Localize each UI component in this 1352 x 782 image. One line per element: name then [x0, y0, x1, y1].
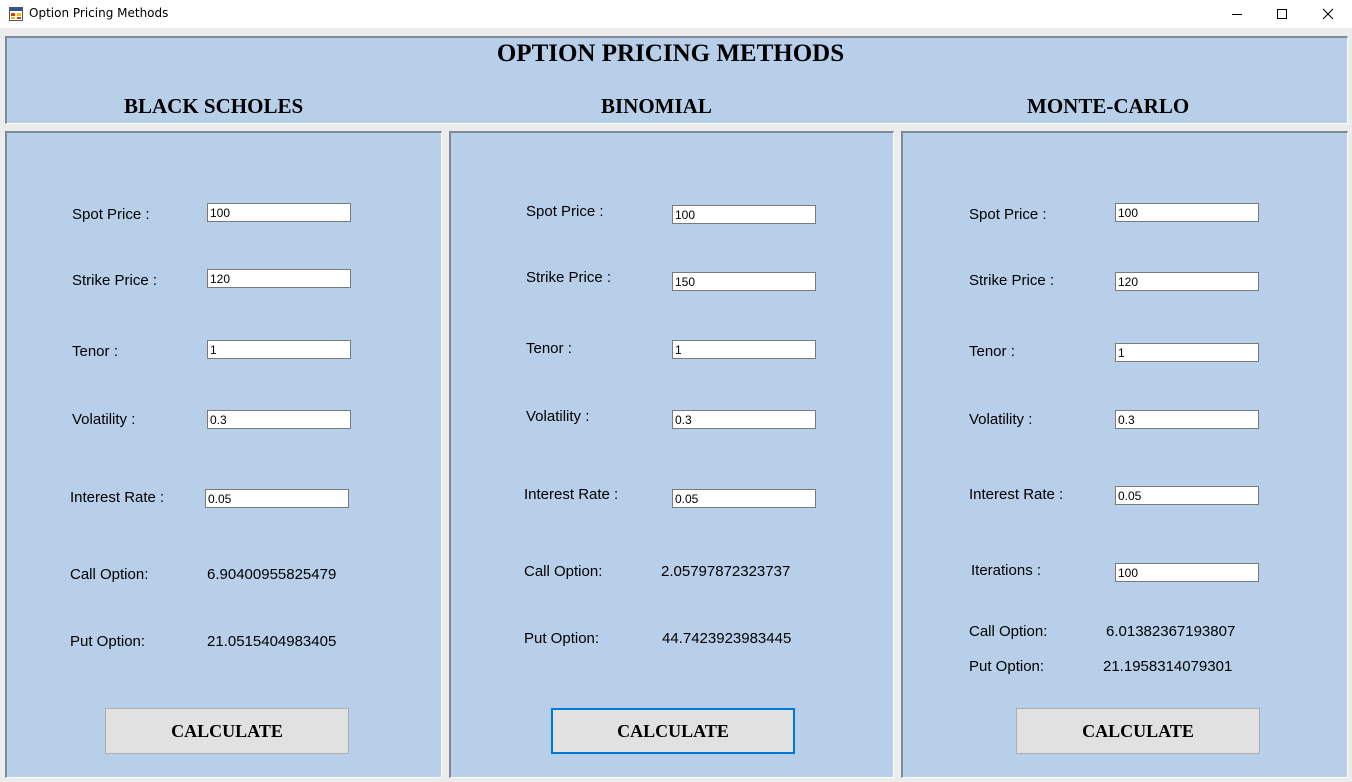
maximize-button[interactable] [1259, 0, 1305, 28]
window-title: Option Pricing Methods [29, 6, 169, 20]
binomial-title: BINOMIAL [601, 94, 712, 118]
bs-put-value: 21.0515404983405 [207, 633, 337, 650]
mc-iterations-input[interactable] [1115, 563, 1259, 582]
mc-put-label: Put Option: [969, 658, 1045, 675]
mc-tenor-input[interactable] [1115, 343, 1259, 362]
bs-volatility-input[interactable] [207, 410, 351, 429]
monte-carlo-title: MONTE-CARLO [1027, 94, 1190, 118]
mc-rate-input[interactable] [1115, 486, 1259, 505]
maximize-icon [1277, 9, 1287, 19]
app-form-icon [9, 7, 23, 21]
bin-put-label: Put Option: [524, 630, 600, 647]
mc-call-label: Call Option: [969, 623, 1048, 640]
mc-strike-input[interactable] [1115, 272, 1259, 291]
bs-volatility-label: Volatility : [72, 411, 136, 428]
minimize-button[interactable] [1214, 0, 1260, 28]
mc-rate-label: Interest Rate : [969, 486, 1064, 503]
page-title: OPTION PRICING METHODS [496, 40, 845, 67]
mc-volatility-label: Volatility : [969, 411, 1033, 428]
bin-volatility-label: Volatility : [526, 408, 590, 425]
bs-put-label: Put Option: [70, 633, 146, 650]
bs-spot-input[interactable] [207, 203, 351, 222]
bs-strike-input[interactable] [207, 269, 351, 288]
close-icon [1322, 8, 1334, 20]
bin-strike-label: Strike Price : [526, 269, 612, 286]
bin-spot-label: Spot Price : [526, 203, 604, 220]
mc-tenor-label: Tenor : [969, 343, 1015, 360]
bin-volatility-input[interactable] [672, 410, 816, 429]
bs-rate-label: Interest Rate : [70, 489, 165, 506]
title-bar: Option Pricing Methods [0, 0, 1352, 28]
bin-put-value: 44.7423923983445 [662, 630, 792, 647]
bs-calculate-button[interactable]: CALCULATE [105, 708, 349, 754]
bin-rate-label: Interest Rate : [524, 486, 619, 503]
bs-spot-label: Spot Price : [72, 206, 150, 223]
black-scholes-title: BLACK SCHOLES [124, 94, 304, 118]
bin-call-label: Call Option: [524, 563, 603, 580]
mc-call-value: 6.01382367193807 [1106, 623, 1236, 640]
bin-tenor-label: Tenor : [526, 340, 572, 357]
bin-call-value: 2.05797872323737 [661, 563, 791, 580]
mc-spot-label: Spot Price : [969, 206, 1047, 223]
mc-calculate-button[interactable]: CALCULATE [1016, 708, 1260, 754]
mc-put-value: 21.1958314079301 [1103, 658, 1233, 675]
mc-iterations-label: Iterations : [971, 562, 1042, 579]
bin-strike-input[interactable] [672, 272, 816, 291]
bs-call-value: 6.90400955825479 [207, 566, 337, 583]
bs-strike-label: Strike Price : [72, 272, 158, 289]
minimize-icon [1232, 14, 1242, 15]
monte-carlo-panel [901, 131, 1348, 778]
bs-tenor-input[interactable] [207, 340, 351, 359]
bin-rate-input[interactable] [672, 489, 816, 508]
bs-tenor-label: Tenor : [72, 343, 118, 360]
bs-call-label: Call Option: [70, 566, 149, 583]
mc-volatility-input[interactable] [1115, 410, 1259, 429]
bin-calculate-button[interactable]: CALCULATE [551, 708, 795, 754]
mc-strike-label: Strike Price : [969, 272, 1055, 289]
bin-spot-input[interactable] [672, 205, 816, 224]
mc-spot-input[interactable] [1115, 203, 1259, 222]
close-button[interactable] [1305, 0, 1351, 28]
bin-tenor-input[interactable] [672, 340, 816, 359]
black-scholes-panel [5, 131, 442, 778]
bs-rate-input[interactable] [205, 489, 349, 508]
binomial-panel [449, 131, 894, 778]
